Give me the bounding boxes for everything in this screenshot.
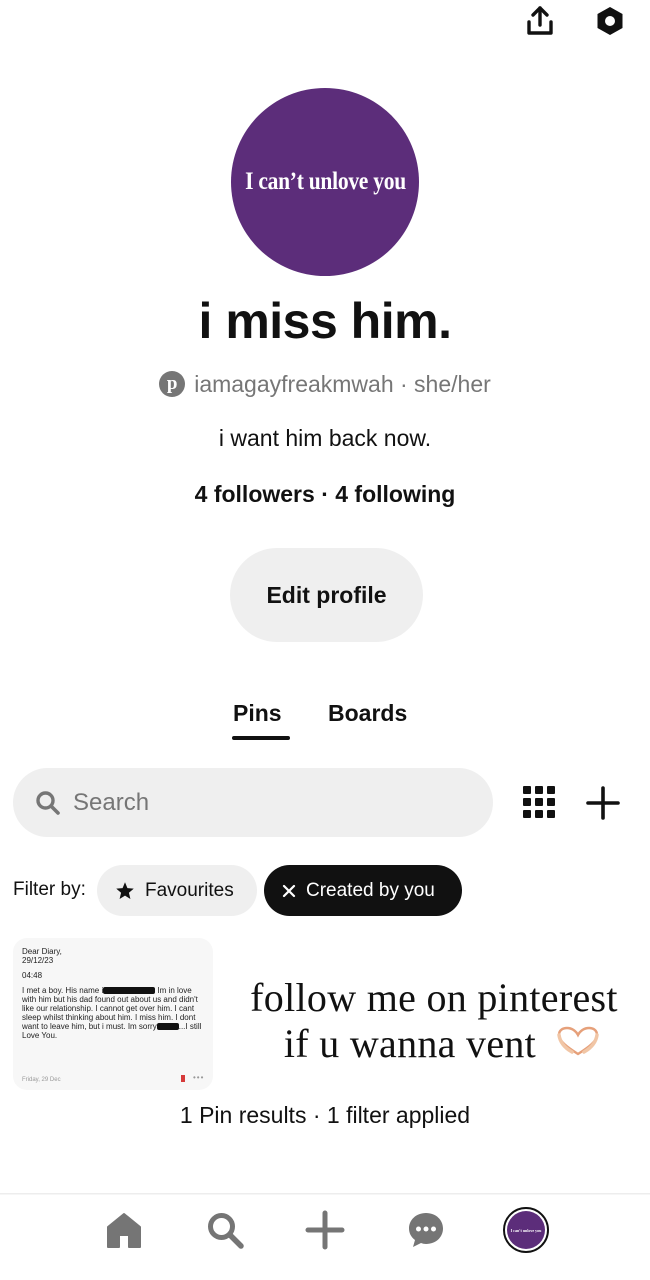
search-icon[interactable] <box>203 1208 247 1252</box>
search-input[interactable] <box>73 788 453 817</box>
profile-nav-avatar[interactable]: I can’t unlove you <box>503 1207 549 1253</box>
avatar-text: I can’t unlove you <box>244 168 406 195</box>
pin-body-part-1: I met a boy. His name i <box>22 986 104 995</box>
overlay-caption-text: if u wanna vent <box>283 1021 537 1066</box>
filter-label: Filter by: <box>13 879 86 900</box>
star-icon <box>116 881 134 899</box>
bookmark-icon <box>181 1075 185 1082</box>
profile-name: i miss him. <box>198 293 452 349</box>
filter-chip-favourites[interactable]: Favourites <box>97 865 257 916</box>
share-upload-icon[interactable] <box>523 4 557 38</box>
edit-profile-button[interactable]: Edit profile <box>230 548 423 642</box>
search-bar[interactable] <box>13 768 493 837</box>
settings-hexagon-icon[interactable] <box>593 4 627 38</box>
chip-label: Created by you <box>306 879 435 901</box>
pin-date: 29/12/23 <box>22 956 54 965</box>
filter-chip-created-by-you[interactable]: Created by you <box>264 865 462 916</box>
pin-heading: Dear Diary, <box>22 947 62 956</box>
pinterest-logo-icon: p <box>159 371 186 397</box>
nav-avatar-text: I can’t unlove you <box>507 1211 545 1249</box>
nav-divider <box>0 1193 650 1195</box>
more-options-icon[interactable]: ••• <box>193 1073 204 1082</box>
results-summary: 1 Pin results · 1 filter applied <box>179 1102 471 1128</box>
pin-footer-date: Friday, 29 Dec <box>22 1077 61 1083</box>
plus-icon[interactable] <box>584 784 622 822</box>
overlay-caption-line-1: follow me on pinterest <box>250 975 618 1020</box>
tab-pins[interactable]: Pins <box>233 700 282 727</box>
pin-content: Dear Diary, 29/12/23 04:48 I met a boy. … <box>22 947 208 1046</box>
profile-avatar[interactable]: I can’t unlove you <box>231 88 419 276</box>
home-icon[interactable] <box>102 1208 146 1252</box>
redaction-mark <box>156 1023 179 1031</box>
heart-hands-icon <box>557 1026 599 1056</box>
handle-text: iamagayfreakmwah · she/her <box>194 370 491 397</box>
handle-row: p iamagayfreakmwah · she/her <box>0 368 650 400</box>
search-icon <box>36 790 60 815</box>
profile-bio: i want him back now. <box>218 425 432 451</box>
chip-label: Favourites <box>145 879 234 901</box>
tab-boards[interactable]: Boards <box>328 700 407 727</box>
create-plus-icon[interactable] <box>303 1208 347 1252</box>
messages-icon[interactable] <box>404 1208 448 1252</box>
follow-counts[interactable]: 4 followers · 4 following <box>0 481 650 508</box>
redaction-mark <box>103 987 156 995</box>
active-tab-indicator <box>232 736 290 740</box>
pin-card[interactable]: Dear Diary, 29/12/23 04:48 I met a boy. … <box>13 938 213 1090</box>
pin-time: 04:48 <box>22 971 43 980</box>
x-icon[interactable] <box>282 884 296 898</box>
layout-grid-icon[interactable] <box>523 786 557 820</box>
